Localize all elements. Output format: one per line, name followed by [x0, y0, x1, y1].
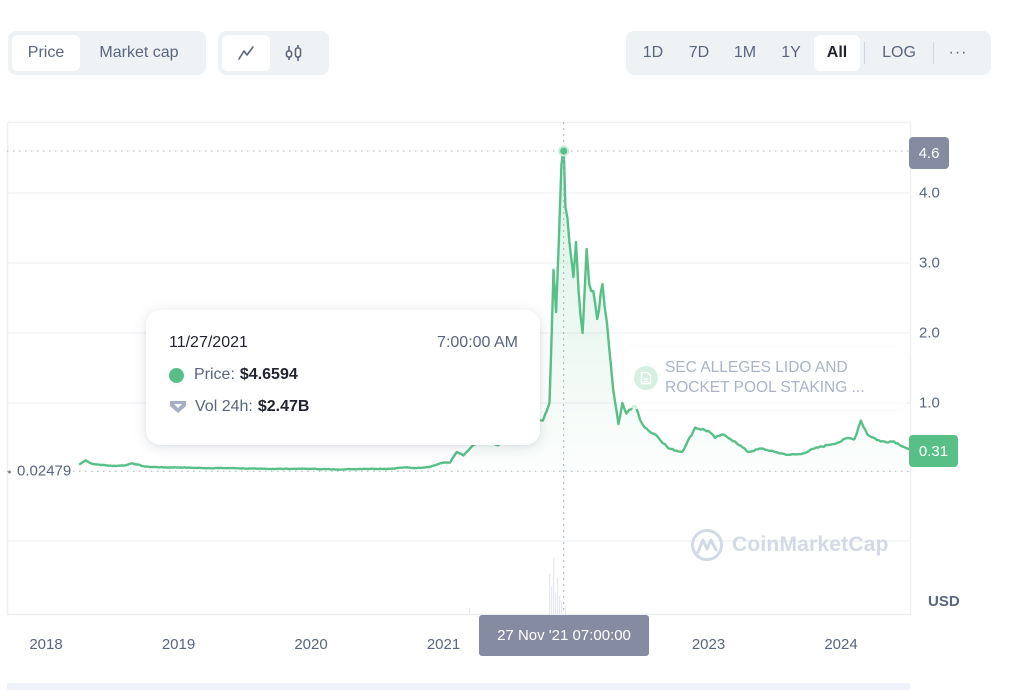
volume-bar: [469, 608, 471, 614]
volume-label: Vol 24h:: [195, 398, 253, 415]
volume-bar: [559, 596, 561, 614]
price-series-icon: [169, 367, 184, 383]
y-tick-label: 4.0: [919, 184, 940, 202]
news-event-marker[interactable]: SEC ALLEGES LIDO AND ROCKET POOL STAKING…: [624, 347, 908, 409]
coinmarketcap-logo-icon: [691, 529, 723, 561]
volume-bar: [553, 558, 555, 614]
hover-point: [558, 145, 570, 157]
tooltip-time: 7:00:00 AM: [437, 334, 518, 351]
tooltip-price-row: Price: $4.6594: [169, 365, 518, 385]
coinmarketcap-watermark: CoinMarketCap: [690, 528, 889, 562]
volume-bar: [551, 586, 553, 614]
price-value: $4.6594: [239, 366, 298, 383]
tooltip-volume-row: Vol 24h: $2.47B: [169, 397, 518, 417]
range-navigator[interactable]: [7, 683, 910, 690]
current-price-tag: 0.31: [909, 435, 958, 468]
currency-label: USD: [928, 593, 960, 610]
price-label: Price:: [194, 366, 235, 383]
hover-tooltip: 11/27/2021 7:00:00 AM Price: $4.6594 Vol…: [146, 310, 540, 445]
document-icon: [634, 366, 658, 390]
x-tick-label: 2023: [691, 636, 726, 653]
x-tick-label: 2020: [294, 636, 328, 653]
y-tick-label: 2.0: [919, 324, 940, 342]
x-tick-label: 2024: [824, 636, 858, 653]
x-tick-label: 2019: [161, 636, 196, 653]
crosshair-date-label: 27 Nov '21 07:00:00: [479, 615, 649, 656]
volume-bar: [557, 578, 559, 614]
news-headline: SEC ALLEGES LIDO AND ROCKET POOL STAKING…: [665, 359, 865, 396]
volume-value: $2.47B: [257, 398, 310, 415]
watermark-text: CoinMarketCap: [732, 533, 889, 556]
low-value: 0.02479: [17, 462, 72, 480]
x-tick-label: 2018: [29, 636, 63, 653]
x-tick-label: 2021: [426, 636, 461, 653]
tooltip-date: 11/27/2021: [169, 334, 248, 351]
all-time-low-label: 0.02479: [8, 462, 72, 480]
volume-bar: [561, 602, 563, 614]
volume-bar: [565, 606, 567, 614]
volume-bar: [549, 574, 551, 614]
y-tick-label: 3.0: [919, 254, 940, 272]
low-marker-dot: [8, 470, 11, 474]
y-tick-label: 1.0: [919, 394, 940, 412]
volume-bar: [555, 592, 557, 614]
volume-series-icon: [169, 398, 187, 416]
all-time-high-tag: 4.6: [909, 137, 949, 169]
